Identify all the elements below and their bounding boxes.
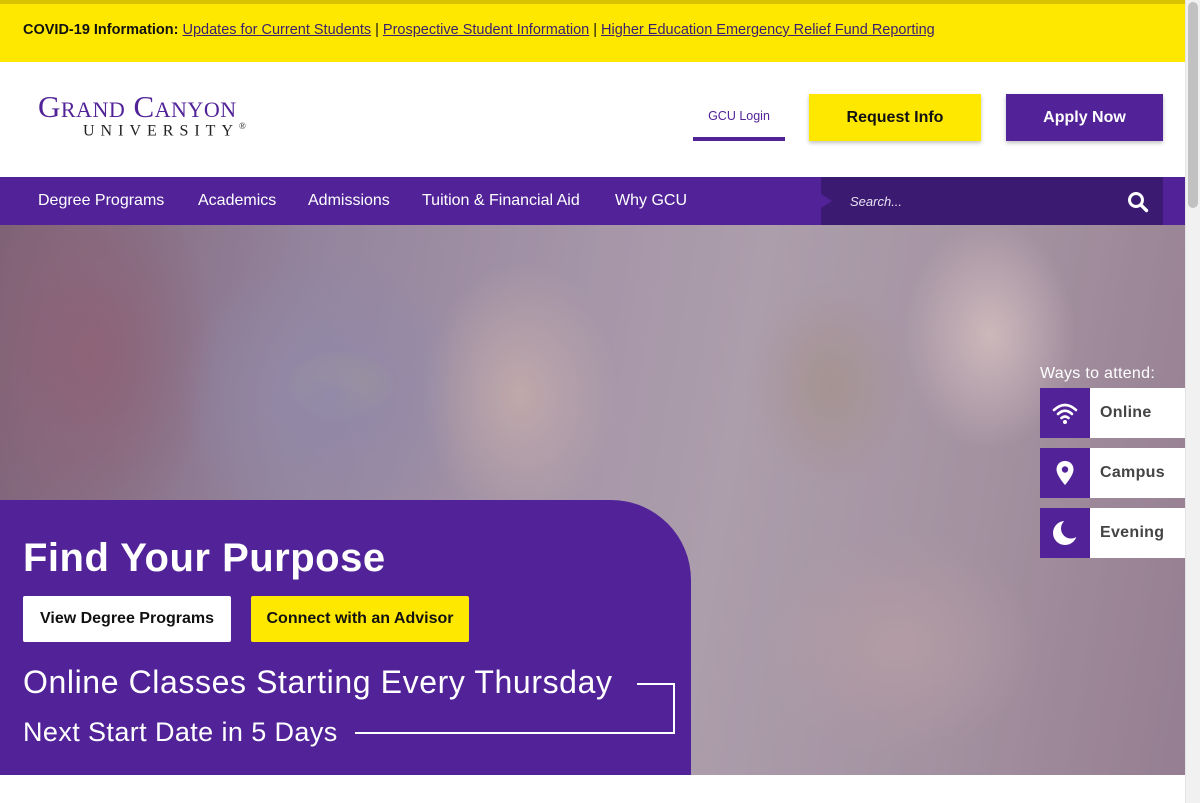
search-icon[interactable] [1127, 191, 1149, 213]
connect-advisor-button[interactable]: Connect with an Advisor [251, 596, 469, 642]
logo-line-2: UNIVERSITY® [83, 121, 246, 140]
search-bar [821, 177, 1163, 225]
view-degree-programs-button[interactable]: View Degree Programs [23, 596, 231, 642]
way-online-button[interactable]: Online [1040, 388, 1185, 438]
gcu-login-link[interactable]: GCU Login [693, 94, 785, 141]
hero-panel: Find Your Purpose View Degree Programs C… [0, 500, 691, 775]
covid-separator: | [375, 22, 379, 38]
hero-section: Ways to attend: Online Campus Evening Fi… [0, 225, 1185, 775]
logo-line-1: Grand Canyon [38, 89, 237, 124]
request-info-button[interactable]: Request Info [809, 94, 981, 141]
way-campus-button[interactable]: Campus [1040, 448, 1185, 498]
way-online-label: Online [1100, 404, 1152, 421]
ways-to-attend: Ways to attend: Online Campus Evening [1040, 365, 1185, 568]
decorative-line [355, 732, 675, 734]
covid-link-prospective-students[interactable]: Prospective Student Information [383, 22, 589, 38]
online-classes-text: Online Classes Starting Every Thursday [23, 664, 613, 700]
covid-separator: | [593, 22, 598, 38]
wifi-icon [1052, 403, 1078, 424]
logo-registered-mark: ® [239, 121, 246, 131]
next-start-date-text: Next Start Date in 5 Days [23, 717, 338, 747]
search-input[interactable] [850, 190, 1110, 212]
covid-banner: COVID-19 Information: Updates for Curren… [0, 0, 1185, 62]
location-pin-icon [1056, 461, 1074, 485]
gcu-logo[interactable]: Grand Canyon UNIVERSITY® [38, 89, 283, 142]
nav-item-tuition-financial-aid[interactable]: Tuition & Financial Aid [422, 177, 580, 225]
nav-item-degree-programs[interactable]: Degree Programs [38, 177, 164, 225]
page: COVID-19 Information: Updates for Curren… [0, 0, 1185, 803]
covid-link-heerf-reporting[interactable]: Higher Education Emergency Relief Fund R… [601, 22, 935, 38]
apply-now-button[interactable]: Apply Now [1006, 94, 1163, 141]
way-campus-label: Campus [1100, 464, 1165, 481]
ways-title: Ways to attend: [1040, 365, 1156, 382]
covid-label: COVID-19 Information: [23, 22, 179, 38]
way-evening-label: Evening [1100, 524, 1165, 541]
decorative-line [673, 683, 675, 734]
scrollbar-thumb[interactable] [1188, 2, 1198, 208]
nav-item-why-gcu[interactable]: Why GCU [615, 177, 687, 225]
page-scrollbar[interactable] [1185, 0, 1200, 803]
nav-item-admissions[interactable]: Admissions [308, 177, 390, 225]
site-header: Grand Canyon UNIVERSITY® GCU Login Reque… [0, 62, 1185, 177]
main-nav: Degree Programs Academics Admissions Tui… [0, 177, 1185, 225]
way-evening-button[interactable]: Evening [1040, 508, 1185, 558]
hero-title: Find Your Purpose [23, 536, 386, 580]
moon-icon [1053, 519, 1079, 545]
nav-item-academics[interactable]: Academics [198, 177, 276, 225]
covid-link-current-students[interactable]: Updates for Current Students [183, 22, 372, 38]
decorative-line [637, 683, 675, 685]
